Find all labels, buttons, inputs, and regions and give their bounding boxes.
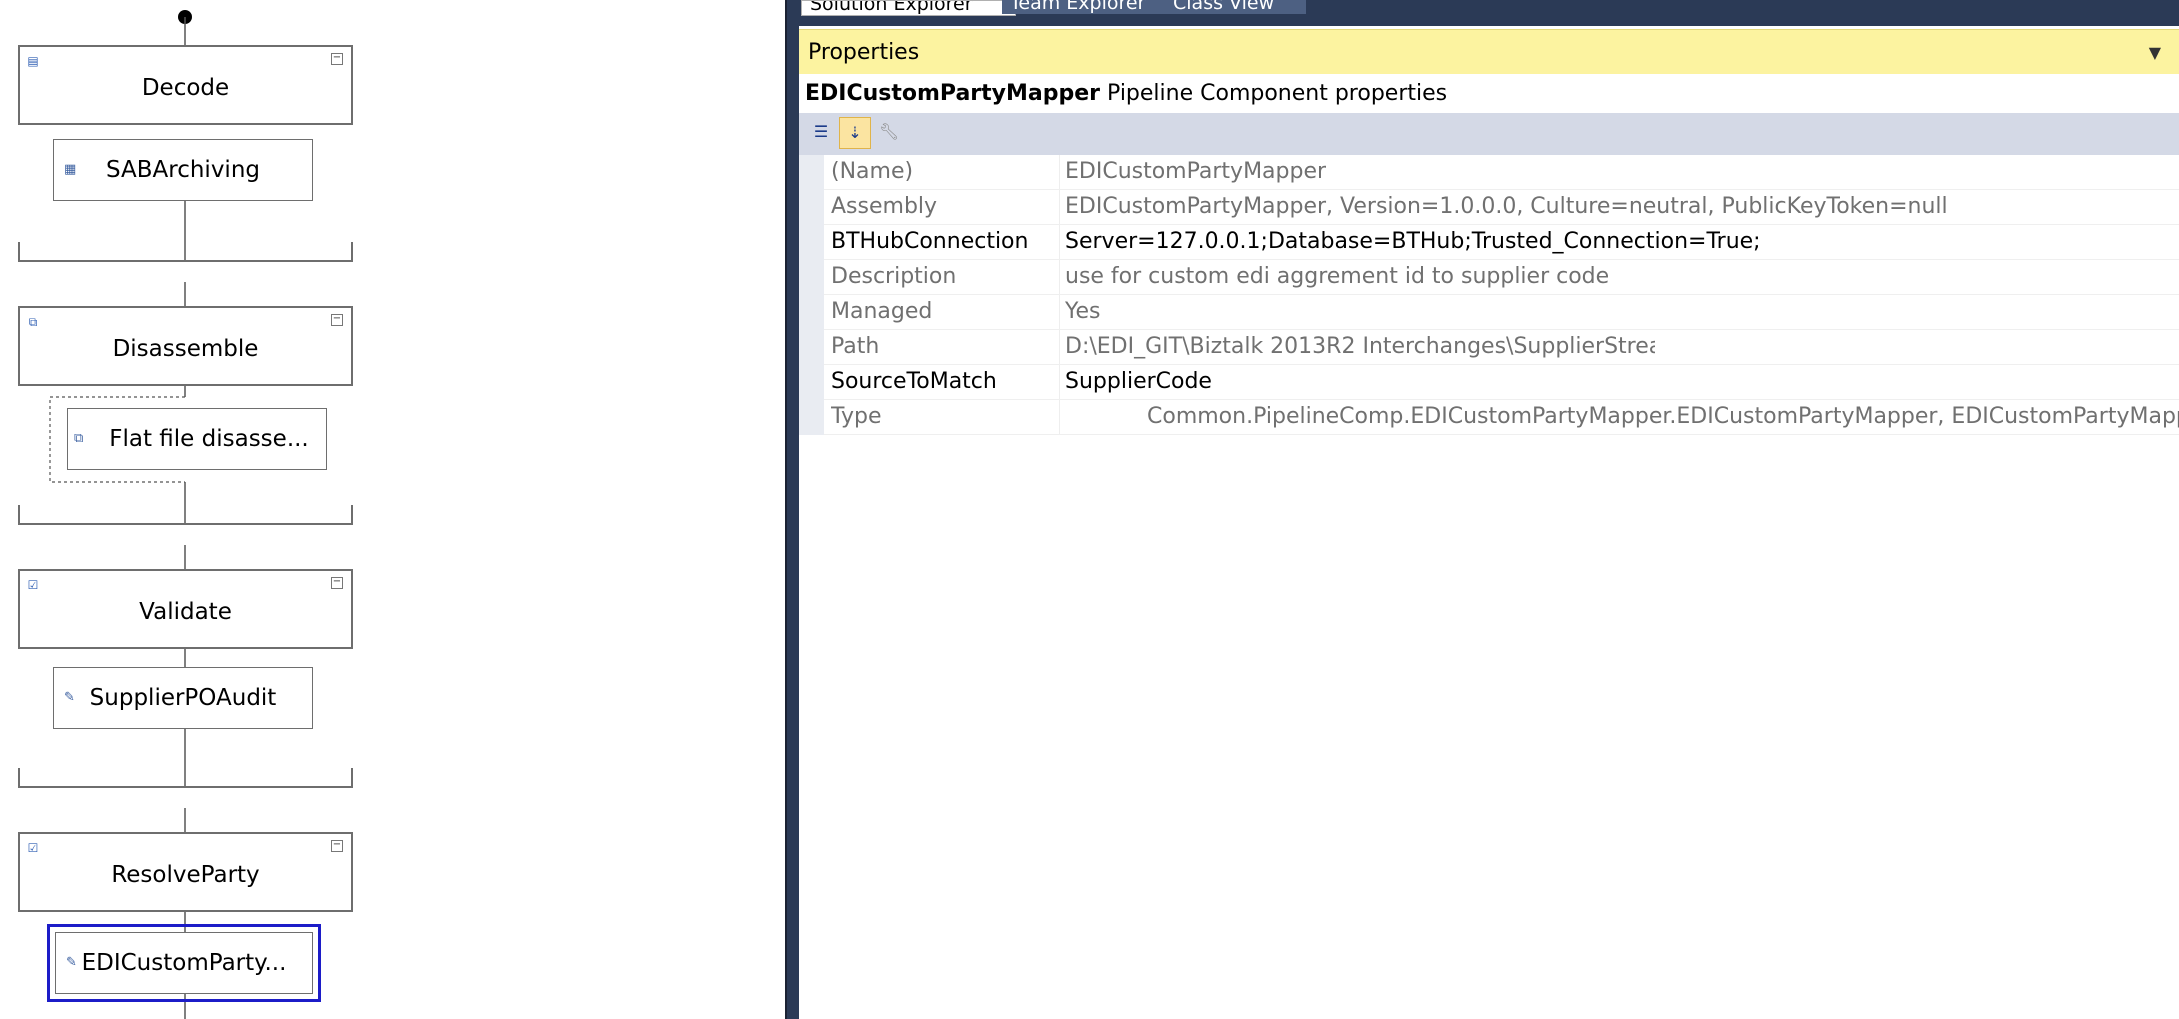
stage-title: Validate	[139, 599, 232, 625]
properties-window: Properties ▼ EDICustomPartyMapper Pipeli…	[799, 26, 2179, 1019]
splitter-edge	[785, 0, 787, 1019]
column-divider	[1059, 295, 1060, 330]
component-label: EDICustomParty...	[81, 950, 287, 976]
stage-disassemble[interactable]: ⧉ Disassemble −	[18, 306, 353, 386]
alphabetical-sort-icon[interactable]: ⇣	[839, 117, 871, 149]
property-row-name[interactable]: (Name) EDICustomPartyMapper	[799, 155, 2179, 190]
row-gutter	[799, 225, 824, 260]
stage-validate[interactable]: ☑ Validate −	[18, 569, 353, 649]
pipeline-designer: ▤ Decode − ▦ SABArchiving ⧉ Disassemble …	[0, 0, 785, 1019]
stage-validate-bottom	[18, 768, 353, 788]
property-row-managed[interactable]: Managed Yes	[799, 295, 2179, 330]
panel-splitter[interactable]	[785, 0, 799, 1019]
property-name: Path	[831, 334, 880, 359]
tab-solution-explorer[interactable]: Solution Explorer	[801, 0, 1016, 16]
row-gutter	[799, 400, 824, 435]
collapse-icon[interactable]: −	[331, 314, 343, 326]
property-value[interactable]: Server=127.0.0.1;Database=BTHub;Trusted_…	[1065, 229, 1761, 254]
property-name: BTHubConnection	[831, 229, 1029, 254]
tool-window-area: Solution Explorer Team Explorer Class Vi…	[799, 0, 2179, 1019]
component-edicustompartymapper[interactable]: ✎ EDICustomParty...	[47, 924, 321, 1002]
property-name: Managed	[831, 299, 933, 324]
stage-disassemble-bottom	[18, 505, 353, 525]
property-value[interactable]: SupplierCode	[1065, 369, 1212, 394]
row-gutter	[799, 365, 824, 400]
row-gutter	[799, 330, 824, 365]
component-label: Flat file disasse...	[109, 426, 309, 452]
column-divider	[1059, 365, 1060, 400]
validate-stage-icon: ☑	[27, 578, 39, 592]
collapse-icon[interactable]: −	[331, 577, 343, 589]
component-supplierpoaudit[interactable]: ✎ SupplierPOAudit	[53, 667, 313, 729]
categorized-view-icon[interactable]: ☰	[805, 117, 837, 149]
column-divider	[1059, 260, 1060, 295]
column-divider	[1059, 155, 1060, 190]
tool-window-tabs: Solution Explorer Team Explorer Class Vi…	[799, 0, 2179, 26]
disassemble-stage-icon: ⧉	[28, 315, 38, 329]
tab-class-view[interactable]: Class View	[1165, 0, 1306, 14]
row-separator	[824, 434, 2179, 435]
property-value: EDICustomPartyMapper	[1065, 159, 1327, 184]
properties-toolbar: ☰ ⇣ 🔧︎	[799, 113, 2179, 155]
properties-header: Properties ▼	[799, 29, 2179, 74]
stage-resolveparty[interactable]: ☑ ResolveParty −	[18, 832, 353, 912]
property-name: Type	[831, 404, 882, 429]
column-divider	[1059, 330, 1060, 365]
flat-file-component-icon: ⧉	[74, 431, 84, 446]
selected-object-line[interactable]: EDICustomPartyMapper Pipeline Component …	[805, 81, 1447, 106]
selected-object-name: EDICustomPartyMapper	[805, 81, 1101, 106]
property-row-path[interactable]: Path D:\EDI_GIT\Biztalk 2013R2 Interchan…	[799, 330, 2179, 365]
stage-decode-bottom	[18, 242, 353, 262]
property-value: Yes	[1065, 299, 1101, 324]
property-name: SourceToMatch	[831, 369, 997, 394]
property-name: Assembly	[831, 194, 938, 219]
property-name: Description	[831, 264, 957, 289]
properties-title: Properties	[808, 40, 920, 65]
component-label: SupplierPOAudit	[89, 685, 277, 711]
collapse-icon[interactable]: −	[331, 840, 343, 852]
column-divider	[1059, 400, 1060, 435]
property-row-description[interactable]: Description use for custom edi aggrement…	[799, 260, 2179, 295]
decode-stage-icon: ▤	[27, 54, 39, 68]
property-row-bthubconnection[interactable]: BTHubConnection Server=127.0.0.1;Databas…	[799, 225, 2179, 260]
selected-object-type: Pipeline Component properties	[1107, 81, 1448, 106]
component-sabarchiving[interactable]: ▦ SABArchiving	[53, 139, 313, 201]
stage-title: Decode	[141, 75, 230, 101]
tab-team-explorer[interactable]: Team Explorer	[1002, 0, 1178, 14]
property-row-assembly[interactable]: Assembly EDICustomPartyMapper, Version=1…	[799, 190, 2179, 225]
property-value: use for custom edi aggrement id to suppl…	[1065, 264, 1610, 289]
row-gutter	[799, 295, 824, 330]
column-divider	[1059, 225, 1060, 260]
property-pages-icon[interactable]: 🔧︎	[873, 117, 905, 149]
property-value: Common.PipelineComp.EDICustomPartyMapper…	[1147, 404, 2179, 429]
collapse-icon[interactable]: −	[331, 53, 343, 65]
stage-title: Disassemble	[112, 336, 259, 362]
row-gutter	[799, 155, 824, 190]
property-row-type[interactable]: Type Common.PipelineComp.EDICustomPartyM…	[799, 400, 2179, 435]
stage-title: ResolveParty	[111, 862, 260, 888]
column-divider	[1059, 190, 1060, 225]
property-name: (Name)	[831, 159, 914, 184]
component-label: SABArchiving	[105, 157, 260, 183]
property-row-sourcetomatch[interactable]: SourceToMatch SupplierCode	[799, 365, 2179, 400]
window-menu-dropdown-icon[interactable]: ▼	[2149, 43, 2161, 62]
row-gutter	[799, 190, 824, 225]
resolveparty-stage-icon: ☑	[27, 841, 39, 855]
component-flat-file-disassembler[interactable]: ⧉ Flat file disasse...	[67, 408, 327, 470]
stage-decode[interactable]: ▤ Decode −	[18, 45, 353, 125]
row-gutter	[799, 260, 824, 295]
property-value: EDICustomPartyMapper, Version=1.0.0.0, C…	[1065, 194, 1948, 219]
property-value: D:\EDI_GIT\Biztalk 2013R2 Interchanges\S…	[1065, 334, 1655, 359]
